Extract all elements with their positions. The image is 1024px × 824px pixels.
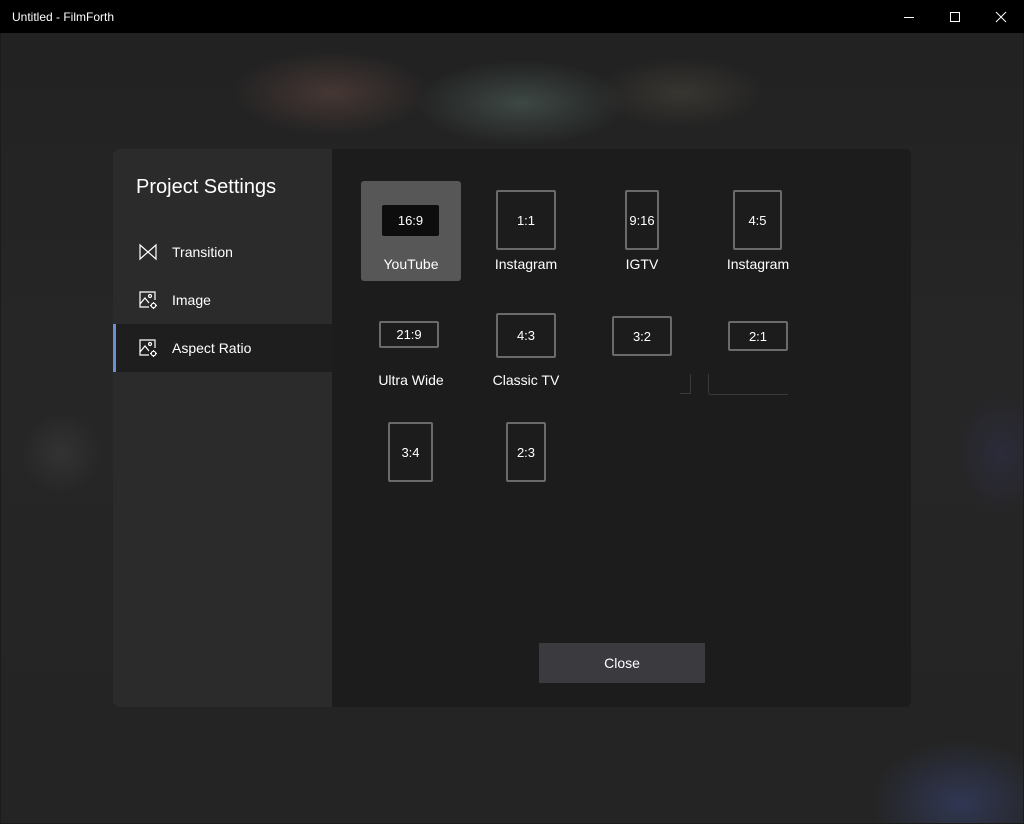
sidebar-item-label: Image [172,292,211,308]
ratio-preview: 2:3 [506,422,546,482]
ratio-preview: 21:9 [379,321,439,348]
sidebar-item-label: Transition [172,244,233,260]
aspect-option-2-3[interactable]: 2:3 [476,413,576,513]
ratio-preview: 3:4 [388,422,433,482]
aspect-option-4-3[interactable]: 4:3 Classic TV [476,297,576,397]
aspect-option-4-5[interactable]: 4:5 Instagram [708,181,808,281]
ratio-preview: 2:1 [728,321,788,351]
minimize-button[interactable] [886,0,932,33]
ratio-preview: 16:9 [382,205,439,236]
maximize-button[interactable] [932,0,978,33]
ratio-preview: 1:1 [496,190,556,250]
sidebar-item-aspect-ratio[interactable]: Aspect Ratio [113,324,332,372]
sidebar-item-label: Aspect Ratio [172,340,251,356]
render-artifact [680,393,691,394]
settings-sidebar: Project Settings Transition Image Aspect… [113,149,332,707]
aspect-option-3-4[interactable]: 3:4 [361,413,461,513]
ratio-preview: 4:3 [496,313,556,358]
ratio-name: Ultra Wide [351,372,471,388]
aspect-ratio-icon [138,338,158,358]
project-settings-dialog: Project Settings Transition Image Aspect… [113,149,911,707]
image-settings-icon [138,290,158,310]
aspect-option-9-16[interactable]: 9:16 IGTV [592,181,692,281]
window-close-button[interactable] [978,0,1024,33]
ratio-preview: 4:5 [733,190,782,250]
ratio-name: Classic TV [466,372,586,388]
ratio-preview: 9:16 [625,190,659,250]
transition-icon [138,242,158,262]
ratio-name: Instagram [466,256,586,272]
aspect-option-3-2[interactable]: 3:2 [592,297,692,397]
dialog-title: Project Settings [136,176,276,199]
aspect-option-16-9[interactable]: 16:9 YouTube [361,181,461,281]
sidebar-item-image[interactable]: Image [113,276,332,324]
ratio-preview: 3:2 [612,316,672,356]
close-icon [995,11,1007,23]
ratio-name: YouTube [351,256,471,272]
window-controls [886,0,1024,33]
ratio-name: Instagram [698,256,818,272]
aspect-option-21-9[interactable]: 21:9 Ultra Wide [361,297,461,397]
aspect-ratio-panel: 16:9 YouTube 1:1 Instagram 9:16 IGTV 4:5… [332,149,911,707]
render-artifact [690,374,691,394]
minimize-icon [903,11,915,23]
maximize-icon [949,11,961,23]
title-bar: Untitled - FilmForth [0,0,1024,33]
sidebar-item-transition[interactable]: Transition [113,228,332,276]
render-artifact [708,374,788,395]
ratio-name: IGTV [582,256,702,272]
window-title: Untitled - FilmForth [0,10,114,24]
aspect-option-1-1[interactable]: 1:1 Instagram [476,181,576,281]
close-button[interactable]: Close [539,643,705,683]
